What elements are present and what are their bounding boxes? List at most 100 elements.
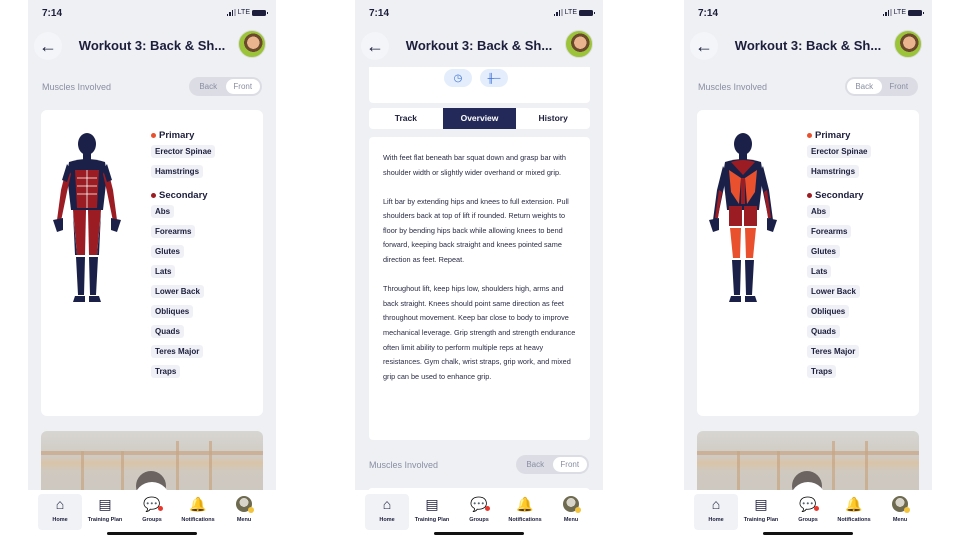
chat-icon: 💬: [470, 495, 488, 512]
clipboard-icon: ▤: [425, 495, 439, 512]
screen-front-view: 7:14 LTE ← Workout 3: Back & Sh... Muscl…: [28, 0, 276, 540]
muscles-label: Muscles Involved: [698, 82, 768, 92]
muscles-card: Primary Erector Spinae Hamstrings Second…: [41, 110, 263, 416]
toggle-back[interactable]: Back: [191, 79, 226, 94]
secondary-label: Secondary: [815, 190, 864, 201]
muscle-chip: Traps: [807, 365, 837, 378]
muscle-chip: Quads: [151, 325, 184, 338]
toggle-back[interactable]: Back: [847, 79, 882, 94]
header: ← Workout 3: Back & Sh...: [684, 30, 932, 62]
muscle-chip: Obliques: [151, 305, 194, 318]
home-icon: ⌂: [55, 496, 65, 512]
tab-groups[interactable]: 💬 Groups: [457, 494, 501, 530]
tab-groups[interactable]: 💬 Groups: [130, 494, 174, 530]
tab-label: Home: [52, 517, 68, 523]
back-front-toggle[interactable]: Back Front: [845, 77, 918, 96]
description-paragraph: Throughout lift, keep hips low, shoulder…: [383, 284, 576, 381]
tab-label: Groups: [142, 517, 162, 523]
tab-training-plan[interactable]: ▤ Training Plan: [83, 494, 127, 530]
toggle-back[interactable]: Back: [518, 457, 553, 472]
tab-label: Home: [708, 517, 724, 523]
clipboard-icon: ▤: [754, 495, 768, 512]
exercise-description: With feet flat beneath bar squat down an…: [369, 137, 590, 440]
status-time: 7:14: [42, 8, 63, 19]
chat-icon: 💬: [799, 495, 817, 512]
signal-icon: [226, 9, 236, 16]
body-front-figure: [53, 133, 121, 302]
battery-icon: [908, 9, 924, 16]
tab-home[interactable]: ⌂ Home: [38, 494, 82, 530]
signal-icon: [553, 9, 563, 16]
secondary-dot: [151, 193, 156, 198]
bell-icon: 🔔: [189, 495, 207, 512]
home-indicator: [107, 532, 197, 535]
muscle-chip: Hamstrings: [807, 165, 860, 178]
notification-badge: [814, 506, 819, 511]
tab-history[interactable]: History: [516, 108, 590, 129]
tab-notifications[interactable]: 🔔 Notifications: [503, 494, 547, 530]
muscles-label: Muscles Involved: [369, 460, 439, 470]
status-bar: 7:14 LTE: [42, 8, 268, 22]
toggle-front[interactable]: Front: [225, 79, 260, 94]
muscle-chip: Lats: [807, 265, 832, 278]
tab-label: Menu: [892, 517, 908, 523]
user-avatar[interactable]: [565, 30, 593, 58]
description-paragraph: With feet flat beneath bar squat down an…: [383, 153, 566, 177]
back-front-toggle[interactable]: Back Front: [516, 455, 589, 474]
bell-icon: 🔔: [845, 495, 863, 512]
home-indicator: [763, 532, 853, 535]
tab-menu[interactable]: Menu: [222, 494, 266, 530]
toggle-front[interactable]: Front: [882, 79, 917, 94]
muscles-card: Primary Erector Spinae Hamstrings Second…: [697, 110, 919, 416]
equipment-button[interactable]: ╫─: [480, 69, 508, 87]
tab-groups[interactable]: 💬 Groups: [786, 494, 830, 530]
tab-training-plan[interactable]: ▤ Training Plan: [739, 494, 783, 530]
network-label: LTE: [893, 9, 906, 16]
menu-avatar-icon: [892, 496, 910, 513]
network-label: LTE: [237, 9, 250, 16]
primary-heading: Primary: [807, 130, 871, 141]
timer-button[interactable]: ◷: [444, 69, 472, 87]
muscle-chip: Lower Back: [807, 285, 860, 298]
home-icon: ⌂: [711, 496, 721, 512]
user-avatar[interactable]: [894, 30, 922, 58]
screen-back-view: 7:14 LTE ← Workout 3: Back & Sh... Muscl…: [684, 0, 932, 540]
tab-track[interactable]: Track: [369, 108, 443, 129]
tab-label: Menu: [563, 517, 579, 523]
tab-menu[interactable]: Menu: [549, 494, 593, 530]
muscle-chip: Glutes: [151, 245, 184, 258]
status-time: 7:14: [698, 8, 719, 19]
network-label: LTE: [564, 9, 577, 16]
bell-icon: 🔔: [516, 495, 534, 512]
user-avatar[interactable]: [238, 30, 266, 58]
tab-label: Training Plan: [87, 517, 123, 523]
tab-overview[interactable]: Overview: [442, 108, 517, 129]
muscles-section-header: Muscles Involved Back Front: [698, 77, 918, 97]
tab-label: Menu: [236, 517, 252, 523]
header: ← Workout 3: Back & Sh...: [28, 30, 276, 62]
screen-overview: 7:14 LTE ← Workout 3: Back & Sh... ◷ ╫─ …: [355, 0, 603, 540]
tab-home[interactable]: ⌂ Home: [694, 494, 738, 530]
muscle-list: Primary Erector Spinae Hamstrings Second…: [151, 130, 216, 385]
status-bar: 7:14 LTE: [698, 8, 924, 22]
tab-notifications[interactable]: 🔔 Notifications: [176, 494, 220, 530]
tab-menu[interactable]: Menu: [878, 494, 922, 530]
muscle-chip: Lower Back: [151, 285, 204, 298]
exercise-actions-card: ◷ ╫─: [369, 67, 590, 103]
muscle-chip: Hamstrings: [151, 165, 204, 178]
notification-badge: [485, 506, 490, 511]
status-bar: 7:14 LTE: [369, 8, 595, 22]
tab-home[interactable]: ⌂ Home: [365, 494, 409, 530]
tab-notifications[interactable]: 🔔 Notifications: [832, 494, 876, 530]
tab-label: Home: [379, 517, 395, 523]
toggle-front[interactable]: Front: [552, 457, 587, 472]
back-front-toggle[interactable]: Back Front: [189, 77, 262, 96]
battery-icon: [252, 9, 268, 16]
status-time: 7:14: [369, 8, 390, 19]
tab-training-plan[interactable]: ▤ Training Plan: [410, 494, 454, 530]
description-paragraph: Lift bar by extending hips and knees to …: [383, 196, 569, 265]
tab-label: Training Plan: [743, 517, 779, 523]
primary-dot: [151, 133, 156, 138]
battery-icon: [579, 9, 595, 16]
exercise-tabs: Track Overview History: [369, 108, 590, 129]
